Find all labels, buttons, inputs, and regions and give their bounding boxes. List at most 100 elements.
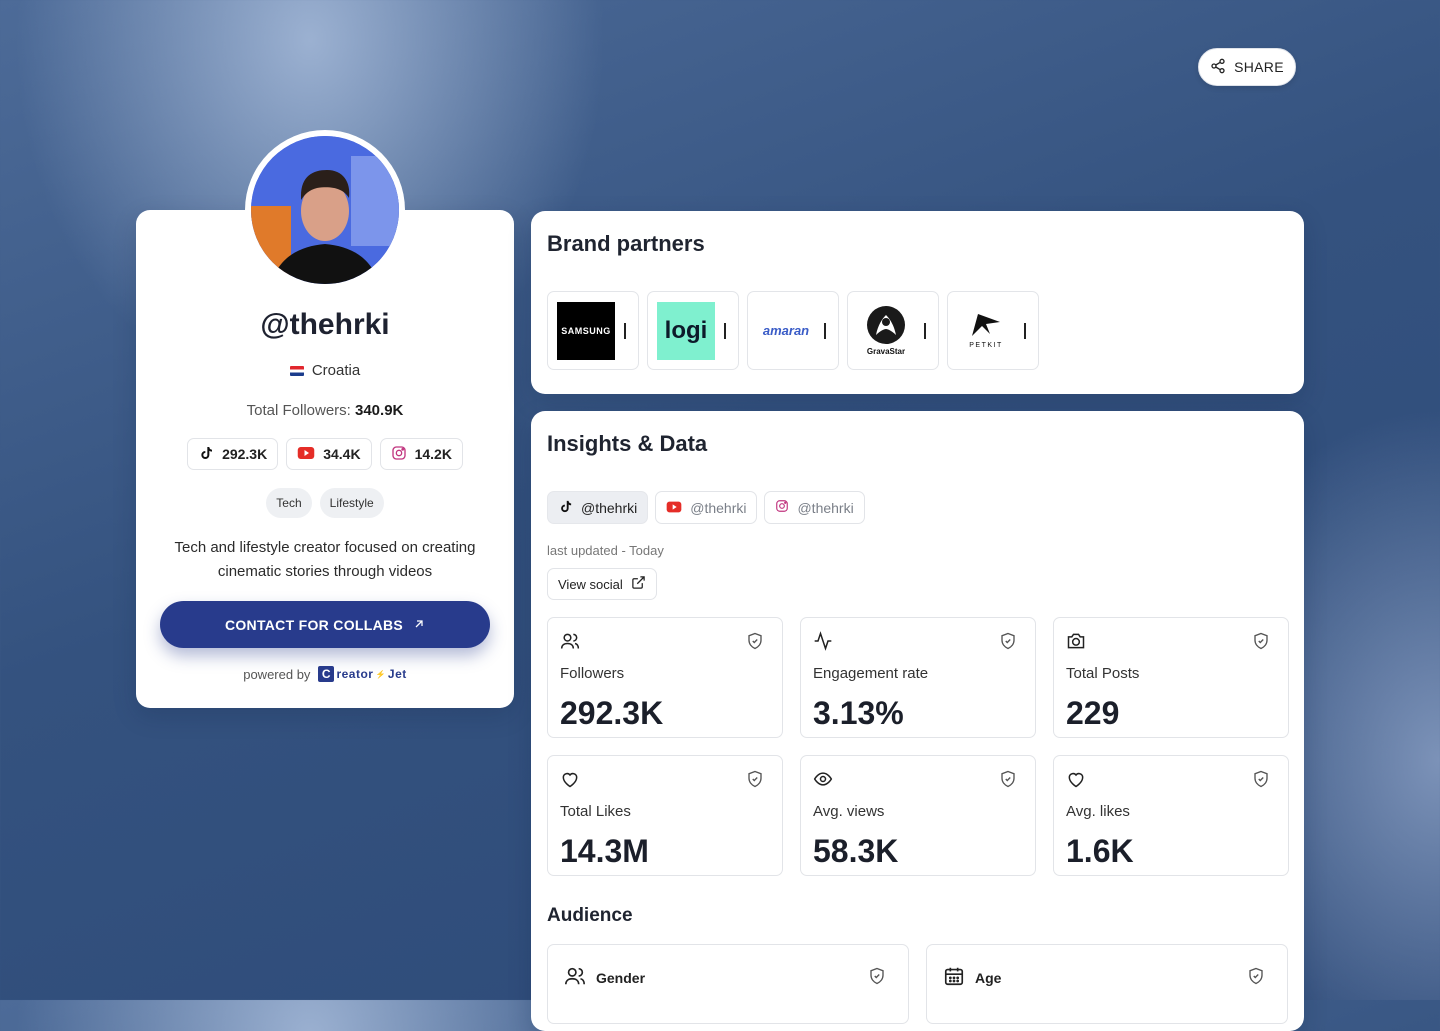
brand-list: SAMSUNG logi amaran GravaStar PETKIT <box>547 291 1039 370</box>
stats-grid: Followers 292.3K Engagement rate 3.13% T… <box>547 617 1289 876</box>
users-icon <box>564 965 586 990</box>
brand-tile-petkit[interactable]: PETKIT <box>947 291 1039 370</box>
brand-tile-amaran[interactable]: amaran <box>747 291 839 370</box>
gravastar-logo: GravaStar <box>857 302 915 360</box>
share-label: SHARE <box>1234 59 1284 75</box>
stat-label: Total Posts <box>1066 665 1140 682</box>
stat-value: 3.13% <box>813 695 904 731</box>
stat-value: 1.6K <box>1066 833 1134 869</box>
audience-card-age: Age <box>926 944 1288 1024</box>
audience-card-label: Gender <box>596 969 646 986</box>
total-followers: Total Followers: 340.9K <box>136 402 514 419</box>
brand-divider <box>924 322 926 339</box>
contact-for-collabs-button[interactable]: CONTACT FOR COLLABS <box>160 601 490 648</box>
creatorjet-logo-suffix: Jet <box>387 667 407 681</box>
samsung-logo: SAMSUNG <box>557 301 615 360</box>
stat-label: Avg. views <box>813 803 885 820</box>
stat-value: 14.3M <box>560 833 649 869</box>
platform-chip-instagram[interactable]: 14.2K <box>379 438 463 470</box>
profile-bio: Tech and lifestyle creator focused on cr… <box>174 539 476 580</box>
brand-divider <box>624 322 626 339</box>
platform-chip-youtube[interactable]: 34.4K <box>286 438 372 470</box>
brand-tile-samsung[interactable]: SAMSUNG <box>547 291 639 370</box>
platform-chip-tiktok[interactable]: 292.3K <box>187 438 279 470</box>
audience-grid: Gender Age <box>547 944 1288 1024</box>
view-social-label: View social <box>558 576 623 592</box>
view-social-button[interactable]: View social <box>547 568 657 600</box>
shield-check-icon <box>746 770 764 793</box>
tiktok-icon <box>558 499 573 517</box>
creatorjet-logo-text: reator <box>336 667 374 681</box>
activity-icon <box>813 631 833 656</box>
profile-tags: Tech Lifestyle <box>136 488 514 518</box>
tab-instagram[interactable]: @thehrki <box>764 491 865 524</box>
stat-card-total-posts: Total Posts 229 <box>1053 617 1289 738</box>
profile-country: Croatia <box>136 362 514 379</box>
audience-title: Audience <box>547 905 633 926</box>
stat-label: Total Likes <box>560 803 631 820</box>
platform-count: 14.2K <box>414 446 452 462</box>
contact-label: CONTACT FOR COLLABS <box>224 616 404 633</box>
brand-partners-card: Brand partners SAMSUNG logi amaran Grava… <box>531 211 1304 394</box>
logi-logo-text: logi <box>664 316 708 344</box>
shield-check-icon <box>999 770 1017 793</box>
tab-label: @thehrki <box>690 499 747 516</box>
stat-label: Engagement rate <box>813 665 929 682</box>
heart-icon <box>560 769 580 794</box>
stat-card-total-likes: Total Likes 14.3M <box>547 755 783 876</box>
instagram-icon <box>775 499 789 516</box>
stat-label: Avg. likes <box>1066 803 1130 820</box>
stat-card-avg-likes: Avg. likes 1.6K <box>1053 755 1289 876</box>
platform-count: 292.3K <box>222 446 268 462</box>
shield-check-icon <box>1252 770 1270 793</box>
camera-icon <box>1066 631 1086 656</box>
stat-value: 58.3K <box>813 833 899 869</box>
share-button[interactable]: SHARE <box>1198 48 1296 86</box>
stat-card-avg-views: Avg. views 58.3K <box>800 755 1036 876</box>
powered-by: powered by C reator ⚡ Jet <box>136 666 514 682</box>
instagram-icon <box>391 445 407 464</box>
tab-tiktok[interactable]: @thehrki <box>547 491 649 524</box>
brand-tile-logi[interactable]: logi <box>647 291 739 370</box>
stat-value: 229 <box>1066 695 1120 731</box>
audience-card-label: Age <box>975 969 1002 986</box>
creatorjet-logo-mark: C <box>318 666 335 682</box>
total-followers-label: Total Followers: <box>246 402 351 419</box>
arrow-up-right-icon <box>413 617 425 633</box>
croatia-flag-icon <box>289 365 304 376</box>
brand-tile-gravastar[interactable]: GravaStar <box>847 291 939 370</box>
shield-check-icon <box>868 967 886 990</box>
insights-title: Insights & Data <box>547 431 708 456</box>
tiktok-icon <box>198 445 214 464</box>
stat-label: Followers <box>560 665 625 682</box>
stat-value: 292.3K <box>560 695 664 731</box>
samsung-logo-text: SAMSUNG <box>561 325 611 336</box>
platform-tabs: @thehrki @thehrki @thehrki <box>547 491 865 524</box>
stat-card-engagement-rate: Engagement rate 3.13% <box>800 617 1036 738</box>
tab-label: @thehrki <box>581 499 638 516</box>
platform-counts: 292.3K 34.4K 14.2K <box>136 438 514 470</box>
shield-check-icon <box>746 632 764 655</box>
profile-handle: @thehrki <box>260 308 390 341</box>
calendar-icon <box>943 965 965 990</box>
tag-lifestyle: Lifestyle <box>319 488 384 518</box>
total-followers-value: 340.9K <box>355 402 404 419</box>
petkit-logo-text: PETKIT <box>969 342 1003 349</box>
heart-icon <box>1066 769 1086 794</box>
stat-card-followers: Followers 292.3K <box>547 617 783 738</box>
logi-logo: logi <box>657 301 715 360</box>
external-link-icon <box>631 575 646 593</box>
eye-icon <box>813 769 833 794</box>
brand-partners-title: Brand partners <box>547 231 705 256</box>
tab-label: @thehrki <box>797 499 854 516</box>
platform-count: 34.4K <box>323 446 361 462</box>
youtube-icon <box>297 446 315 463</box>
tab-youtube[interactable]: @thehrki <box>655 491 758 524</box>
youtube-icon <box>666 500 682 516</box>
avatar <box>245 130 405 290</box>
petkit-logo: PETKIT <box>957 302 1015 360</box>
brand-divider <box>724 322 726 339</box>
shield-check-icon <box>1247 967 1265 990</box>
creatorjet-logo[interactable]: C reator ⚡ Jet <box>318 666 406 682</box>
shield-check-icon <box>999 632 1017 655</box>
